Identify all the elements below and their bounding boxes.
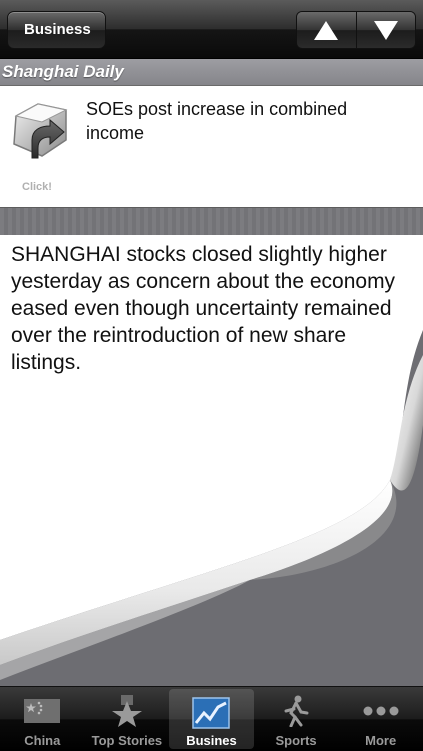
previous-article-button[interactable] — [297, 12, 356, 48]
tab-more[interactable]: More — [338, 687, 423, 751]
back-button-label: Business — [24, 21, 91, 38]
tab-business-label: Busines — [186, 733, 237, 748]
star-icon — [108, 695, 146, 727]
tab-more-label: More — [365, 733, 397, 748]
arrow-up-icon — [314, 20, 339, 40]
tab-top-stories[interactable]: Top Stories — [85, 687, 170, 751]
arrow-down-icon — [373, 20, 398, 40]
china-flag-icon — [23, 695, 61, 727]
tab-top-stories-label: Top Stories — [91, 733, 163, 748]
tab-business[interactable]: Busines — [169, 689, 254, 749]
article-headline[interactable]: SOEs post increase in combined income — [86, 97, 406, 145]
article-row[interactable]: Click! SOEs post increase in combined in… — [0, 86, 423, 207]
section-header: Shanghai Daily — [0, 59, 423, 86]
article-page[interactable]: SHANGHAI stocks closed slightly higher y… — [0, 235, 423, 685]
click-label: Click! — [22, 181, 52, 193]
back-button[interactable]: Business — [7, 11, 106, 49]
tab-china[interactable]: China — [0, 687, 85, 751]
sports-icon — [277, 695, 315, 727]
tab-china-label: China — [24, 733, 61, 748]
navigation-bar: Business — [0, 0, 423, 59]
article-body: SHANGHAI stocks closed slightly higher y… — [11, 243, 396, 374]
share-arrow-icon[interactable] — [8, 100, 72, 160]
more-icon — [362, 695, 400, 727]
tab-sports-label: Sports — [275, 733, 317, 748]
tab-bar: China Top Stories Busines Sports More — [0, 686, 423, 751]
tab-sports[interactable]: Sports — [254, 687, 339, 751]
next-article-button[interactable] — [355, 12, 415, 48]
source-title: Shanghai Daily — [2, 62, 124, 81]
prev-next-control — [296, 11, 416, 49]
chart-icon — [192, 697, 231, 729]
divider-strip — [0, 207, 423, 236]
